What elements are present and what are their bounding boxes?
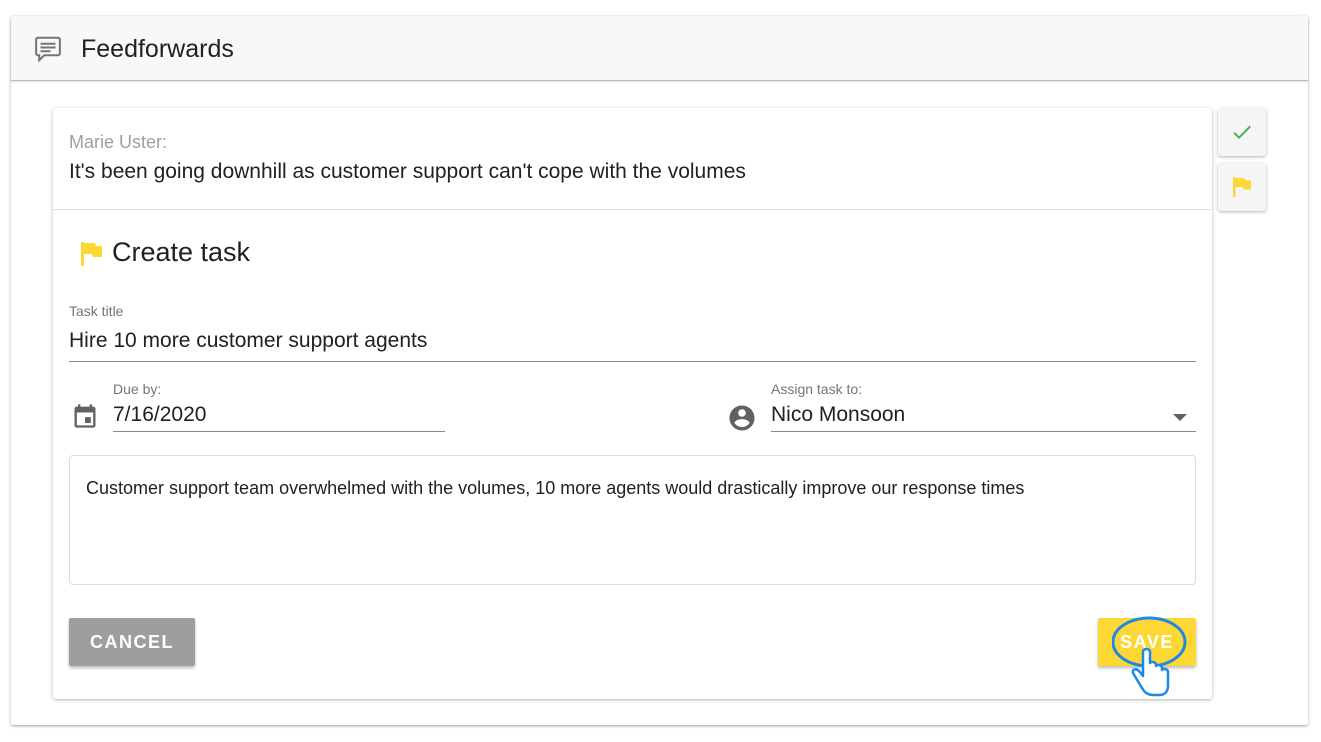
description-text: Customer support team overwhelmed with t… [86, 478, 1025, 498]
create-task-button[interactable] [1218, 163, 1266, 211]
assign-label: Assign task to: [771, 381, 863, 397]
calendar-icon[interactable] [71, 402, 99, 430]
account-circle-icon [729, 405, 755, 431]
feedback-author: Marie Uster: [69, 132, 168, 152]
create-task-heading: Create task [112, 237, 251, 267]
description-textarea[interactable]: Customer support team overwhelmed with t… [69, 455, 1196, 585]
flag-icon [1233, 177, 1251, 197]
chevron-down-icon[interactable] [1173, 414, 1187, 421]
assignee-value: Nico Monsoon [771, 403, 906, 426]
task-title-label: Task title [69, 303, 124, 319]
feedback-item: Marie Uster: It's been going downhill as… [53, 108, 1212, 210]
feedback-card: Marie Uster: It's been going downhill as… [53, 108, 1212, 699]
feedback-message: It's been going downhill as customer sup… [69, 160, 746, 183]
panel-header: Feedforwards [11, 16, 1308, 81]
task-title-input[interactable]: Hire 10 more customer support agents [69, 326, 1196, 362]
save-button[interactable]: SAVE [1098, 618, 1196, 666]
chat-feedback-icon [35, 36, 61, 63]
page-title: Feedforwards [81, 35, 234, 63]
cancel-button[interactable]: CANCEL [69, 618, 195, 666]
flag-icon [81, 242, 102, 266]
due-date-input[interactable]: 7/16/2020 [113, 402, 445, 432]
check-icon [1233, 125, 1251, 139]
assignee-select[interactable]: Nico Monsoon [771, 402, 1196, 432]
approve-button[interactable] [1218, 108, 1266, 156]
due-date-label: Due by: [113, 381, 162, 397]
